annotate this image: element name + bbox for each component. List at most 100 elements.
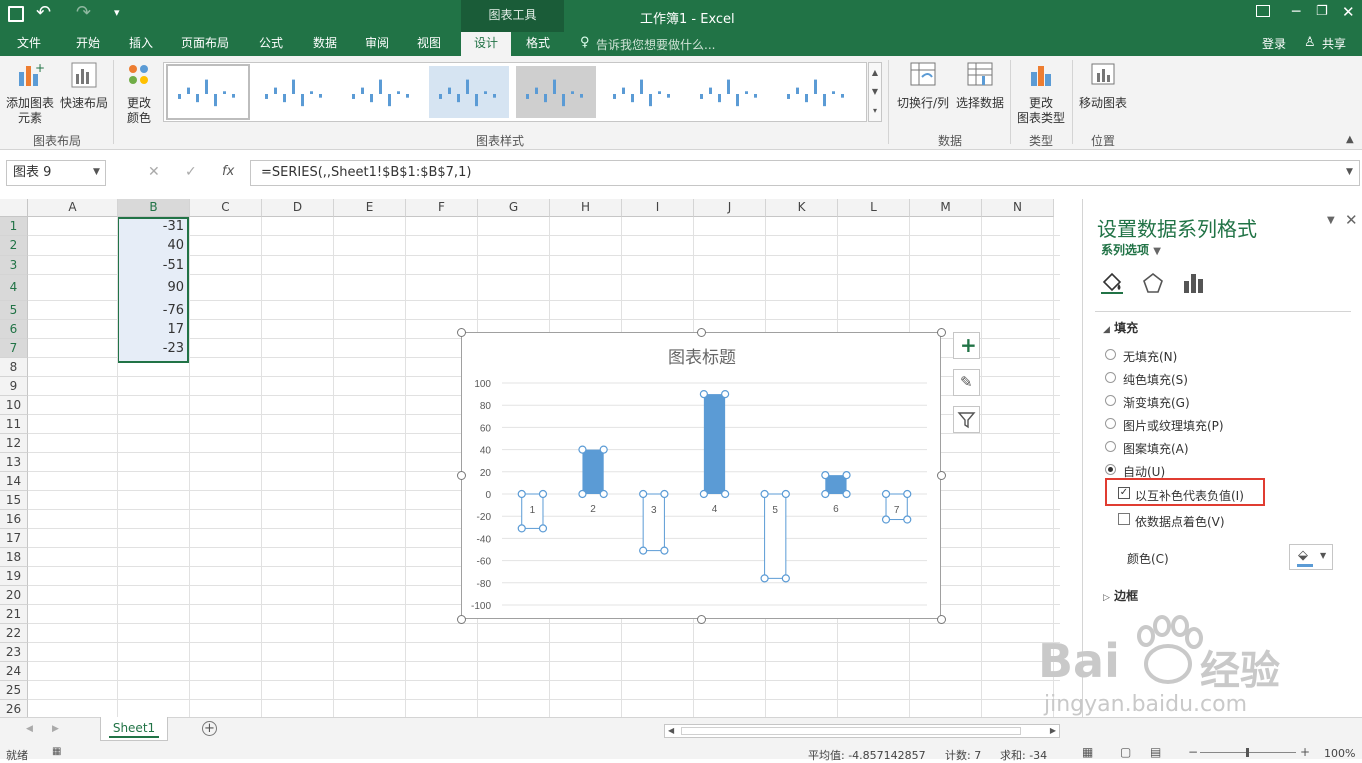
bar-4[interactable] (703, 394, 726, 494)
bar-selection-handle[interactable] (517, 489, 526, 499)
chart-style-option[interactable] (255, 66, 335, 118)
column-header-D[interactable]: D (262, 199, 334, 217)
column-header-E[interactable]: E (334, 199, 406, 217)
cell-b3[interactable]: -51 (118, 256, 188, 275)
horizontal-scrollbar[interactable]: ◀ ▶ (664, 724, 1060, 738)
row-header-26[interactable]: 26 (0, 700, 28, 717)
bar-selection-handle[interactable] (760, 574, 769, 583)
minimize-icon[interactable]: ─ (1292, 4, 1300, 20)
chart-resize-handle[interactable] (936, 327, 946, 337)
row-header-4[interactable]: 4 (0, 275, 28, 301)
quick-layout-button[interactable]: 快速布局 (58, 60, 110, 111)
column-header-H[interactable]: H (550, 199, 622, 217)
gallery-scroll[interactable]: ▲ ▼ ▾ (868, 62, 882, 122)
restore-icon[interactable]: ❐ (1316, 4, 1328, 19)
bar-selection-handle[interactable] (639, 489, 648, 499)
login-link[interactable]: 登录 (1262, 35, 1286, 52)
bar-3[interactable] (642, 493, 665, 552)
bar-selection-handle[interactable] (538, 524, 548, 533)
pane-options-icon[interactable]: ▼ (1327, 215, 1335, 226)
chart-area[interactable]: 图表标题 100 80 60 40 20 0 -20 -40 -60 -80 -100 1 2 3 4 5 6 7 (461, 332, 941, 619)
chart-style-option[interactable] (516, 66, 596, 118)
invert-if-negative-label[interactable]: 以互补色代表负值(I) (1135, 487, 1244, 504)
page-layout-view-icon[interactable]: ▢ (1120, 745, 1131, 759)
move-chart-button[interactable]: 移动图表 (1076, 60, 1130, 111)
cell-b1[interactable]: -31 (118, 217, 188, 236)
row-header-2[interactable]: 2 (0, 236, 28, 256)
row-header-5[interactable]: 5 (0, 301, 28, 320)
row-header-25[interactable]: 25 (0, 681, 28, 700)
save-icon[interactable] (8, 6, 24, 22)
chart-styles-button[interactable]: ✎ (953, 369, 980, 396)
column-header-M[interactable]: M (910, 199, 982, 217)
vary-colors-label[interactable]: 依数据点着色(V) (1135, 513, 1225, 530)
invert-if-negative-checkbox[interactable]: ✓ (1118, 487, 1130, 499)
option-gradient-fill[interactable]: 渐变填充(G) (1105, 394, 1190, 411)
tab-format[interactable]: 格式 (514, 32, 562, 56)
tab-design[interactable]: 设计 (461, 32, 511, 56)
share-button[interactable]: 共享 (1322, 35, 1346, 52)
series-options-dropdown[interactable]: 系列选项 ▼ (1101, 241, 1161, 258)
radio-pattern-fill[interactable] (1105, 441, 1116, 452)
bar-selection-handle[interactable] (881, 515, 891, 524)
row-header-10[interactable]: 10 (0, 396, 28, 415)
bar-selection-handle[interactable] (781, 489, 790, 499)
scroll-thumb[interactable] (681, 727, 1021, 735)
new-sheet-icon[interactable]: + (202, 721, 217, 736)
radio-automatic-selected[interactable] (1105, 464, 1116, 475)
column-header-B[interactable]: B (118, 199, 190, 217)
bar-6[interactable] (825, 475, 847, 494)
chart-style-option[interactable] (603, 66, 683, 118)
customize-toolbar-icon[interactable]: ▾ (114, 6, 120, 19)
select-data-button[interactable]: 选择数据 (953, 60, 1007, 111)
chart-resize-handle[interactable] (936, 471, 946, 480)
bar-selection-handle[interactable] (578, 445, 587, 454)
enter-icon[interactable]: ✓ (185, 164, 197, 180)
row-header-23[interactable]: 23 (0, 643, 28, 662)
tab-file[interactable]: 文件 (6, 32, 52, 56)
bar-selection-handle[interactable] (721, 489, 730, 499)
row-header-16[interactable]: 16 (0, 510, 28, 529)
chart-resize-handle[interactable] (696, 614, 706, 624)
row-header-1[interactable]: 1 (0, 217, 28, 236)
chart-elements-button[interactable]: + (953, 332, 980, 359)
ribbon-display-icon[interactable] (1256, 5, 1270, 17)
chart-resize-handle[interactable] (456, 471, 466, 480)
column-header-A[interactable]: A (28, 199, 118, 217)
row-header-20[interactable]: 20 (0, 586, 28, 605)
select-all-corner[interactable] (0, 199, 28, 217)
chart-style-option[interactable] (777, 66, 857, 118)
bar-selection-handle[interactable] (760, 489, 769, 499)
chart-resize-handle[interactable] (936, 614, 946, 624)
switch-row-column-button[interactable]: 切换行/列 (895, 60, 951, 111)
series-options-tab-icon[interactable] (1181, 271, 1205, 295)
sheet-tab-sheet1[interactable]: Sheet1 (100, 717, 168, 741)
row-header-18[interactable]: 18 (0, 548, 28, 567)
bar-selection-handle[interactable] (578, 489, 587, 499)
macro-record-icon[interactable]: ▦ (52, 746, 61, 757)
bar-selection-handle[interactable] (842, 489, 851, 499)
bar-selection-handle[interactable] (721, 389, 730, 399)
bar-selection-handle[interactable] (903, 515, 912, 524)
formula-input[interactable]: =SERIES(,,Sheet1!$B$1:$B$7,1) (250, 160, 1360, 186)
column-header-F[interactable]: F (406, 199, 478, 217)
name-box-dropdown-icon[interactable]: ▼ (93, 167, 100, 177)
insert-function-icon[interactable]: fx (222, 164, 234, 179)
effects-tab-icon[interactable] (1141, 271, 1165, 295)
collapse-ribbon-icon[interactable]: ▲ (1346, 134, 1354, 145)
zoom-in-icon[interactable]: + (1300, 745, 1310, 759)
tab-home[interactable]: 开始 (64, 32, 112, 56)
bar-selection-handle[interactable] (660, 546, 669, 555)
row-header-3[interactable]: 3 (0, 256, 28, 275)
tab-view[interactable]: 视图 (406, 32, 452, 56)
bar-selection-handle[interactable] (660, 489, 669, 499)
add-chart-element-button[interactable]: + 添加图表 元素 (4, 60, 56, 126)
cell-b2[interactable]: 40 (118, 236, 188, 256)
border-section-header[interactable]: ▷ 边框 (1103, 587, 1138, 604)
column-header-N[interactable]: N (982, 199, 1054, 217)
column-header-K[interactable]: K (766, 199, 838, 217)
zoom-level[interactable]: 100% (1324, 747, 1355, 760)
chart-filters-button[interactable] (953, 406, 980, 433)
chart-resize-handle[interactable] (456, 327, 466, 337)
row-header-8[interactable]: 8 (0, 358, 28, 377)
